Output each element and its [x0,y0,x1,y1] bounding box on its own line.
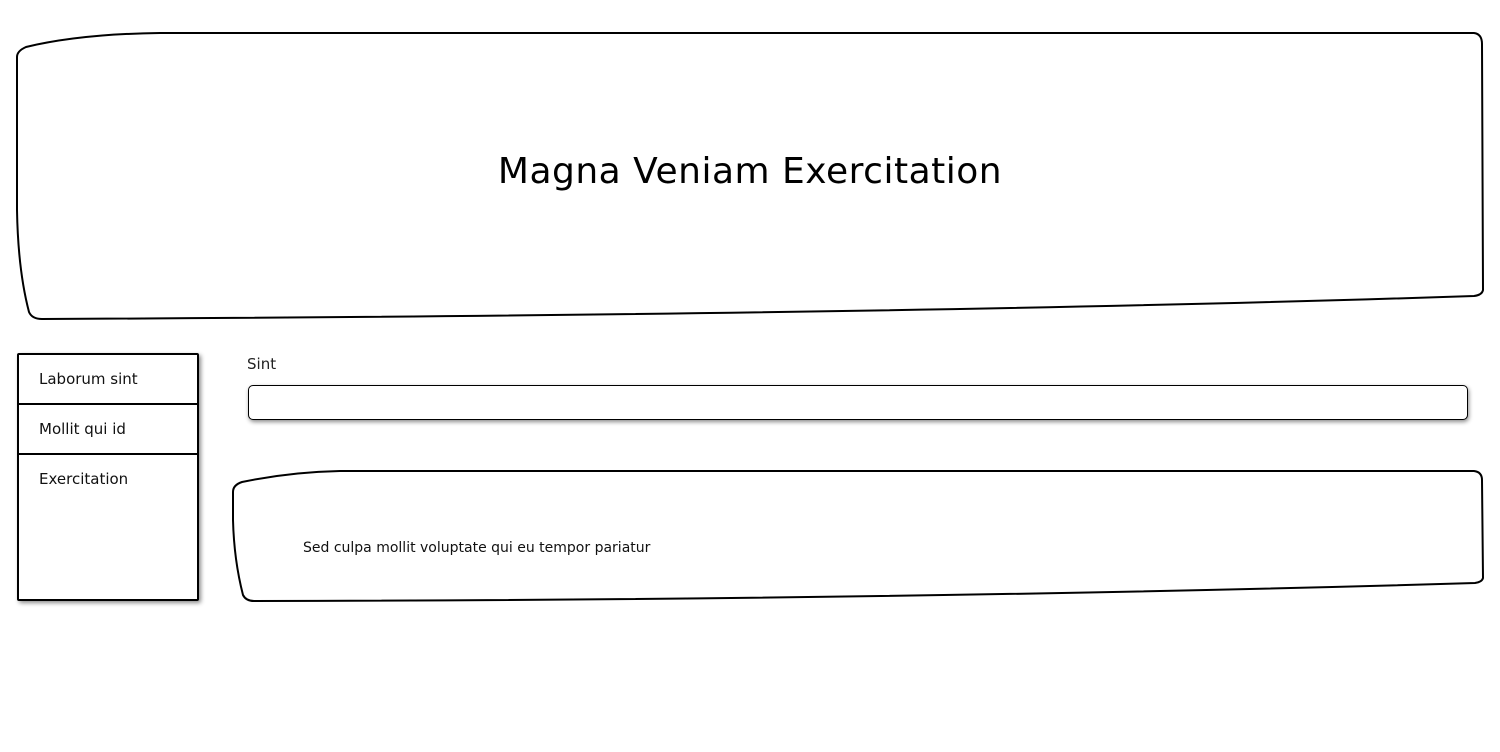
sidebar-nav: Laborum sint Mollit qui id Exercitation [17,353,199,601]
sint-field-label: Sint [247,355,277,373]
content-panel-frame [232,470,1485,603]
sidebar-item-exercitation[interactable]: Exercitation [19,455,197,505]
sidebar-item-label: Mollit qui id [39,420,126,438]
sidebar-item-label: Laborum sint [39,370,138,388]
sint-input[interactable] [248,385,1468,420]
sidebar-item-label: Exercitation [39,470,129,488]
content-text: Sed culpa mollit voluptate qui eu tempor… [303,540,651,556]
page-title: Magna Veniam Exercitation [497,151,1003,192]
sidebar-item-laborum-sint[interactable]: Laborum sint [19,355,197,405]
sidebar-item-mollit-qui-id[interactable]: Mollit qui id [19,405,197,455]
sketch-frames [16,32,1485,603]
